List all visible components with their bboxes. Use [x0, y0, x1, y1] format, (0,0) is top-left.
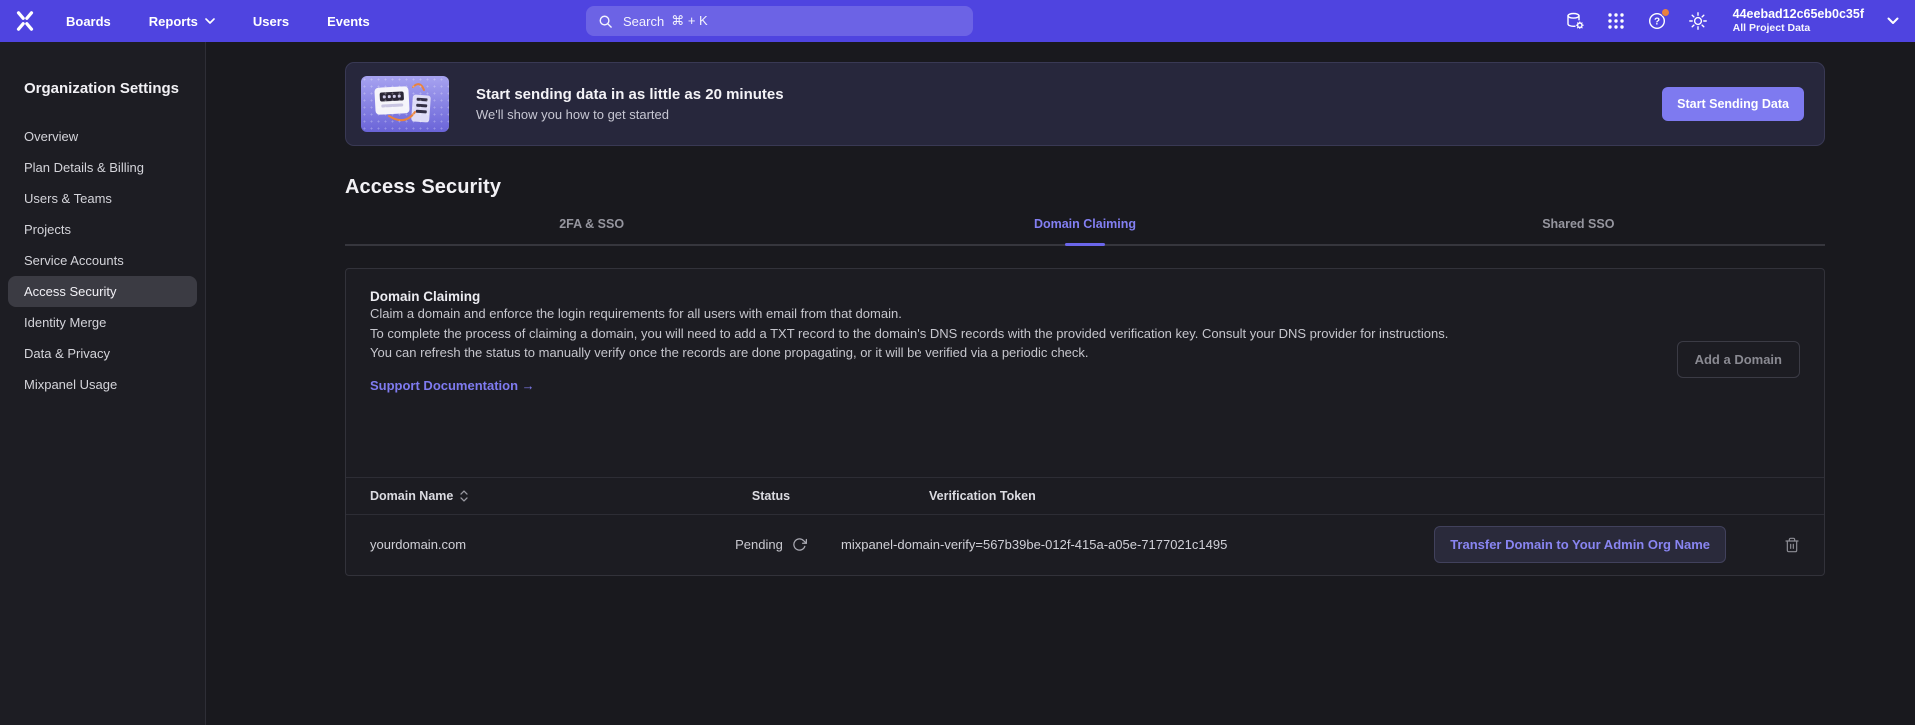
- card-description-1: Claim a domain and enforce the login req…: [370, 304, 1505, 324]
- delete-domain-button[interactable]: [1784, 537, 1800, 553]
- table-header-row: Domain Name Status Verification Token: [346, 477, 1824, 515]
- transfer-domain-button[interactable]: Transfer Domain to Your Admin Org Name: [1434, 526, 1726, 563]
- sort-icon[interactable]: [460, 490, 468, 502]
- project-selector[interactable]: 44eebad12c65eb0c35f All Project Data: [1733, 7, 1864, 35]
- sidebar-item-plan-details-billing[interactable]: Plan Details & Billing: [8, 152, 197, 183]
- mixpanel-logo-icon[interactable]: [13, 9, 37, 33]
- help-icon-wrap: ?: [1647, 11, 1667, 31]
- chevron-down-icon[interactable]: [1887, 17, 1899, 25]
- banner-title: Start sending data in as little as 20 mi…: [476, 86, 784, 103]
- sidebar-item-data-privacy[interactable]: Data & Privacy: [8, 338, 197, 369]
- header-status: Status: [701, 489, 841, 503]
- sidebar-item-projects[interactable]: Projects: [8, 214, 197, 245]
- nav-right: ? 44eebad12c65eb0c35f All Project Data: [1565, 0, 1899, 42]
- domain-name-cell: yourdomain.com: [370, 537, 701, 552]
- sidebar-item-access-security[interactable]: Access Security: [8, 276, 197, 307]
- data-management-icon[interactable]: [1565, 11, 1585, 31]
- nav-link-boards[interactable]: Boards: [66, 14, 111, 29]
- sidebar-item-overview[interactable]: Overview: [8, 121, 197, 152]
- active-tab-underline: [1065, 243, 1105, 246]
- apps-grid-icon[interactable]: [1606, 11, 1626, 31]
- domain-claiming-card: Domain Claiming Add a Domain Claim a dom…: [345, 268, 1825, 576]
- tab-2fa-sso[interactable]: 2FA & SSO: [345, 217, 838, 244]
- sidebar-item-identity-merge[interactable]: Identity Merge: [8, 307, 197, 338]
- domains-table: Domain Name Status Verification Token yo…: [346, 477, 1824, 575]
- status-cell: Pending: [701, 537, 841, 552]
- banner-illustration: [361, 76, 449, 132]
- sidebar-title: Organization Settings: [24, 80, 205, 97]
- card-title: Domain Claiming: [370, 289, 1800, 304]
- tab-bar: 2FA & SSO Domain Claiming Shared SSO: [345, 217, 1825, 246]
- search-shortcut: ⌘ + K: [671, 13, 708, 29]
- banner-subtitle: We'll show you how to get started: [476, 107, 784, 122]
- header-verification-token: Verification Token: [841, 489, 1420, 503]
- org-id: 44eebad12c65eb0c35f: [1733, 7, 1864, 22]
- onboarding-banner: Start sending data in as little as 20 mi…: [345, 62, 1825, 146]
- page-title: Access Security: [345, 176, 1825, 199]
- sidebar-item-service-accounts[interactable]: Service Accounts: [8, 245, 197, 276]
- card-description-2: To complete the process of claiming a do…: [370, 324, 1505, 344]
- card-description-3: You can refresh the status to manually v…: [370, 343, 1505, 363]
- trash-icon: [1784, 537, 1800, 553]
- nav-link-events[interactable]: Events: [327, 14, 370, 29]
- sidebar-item-mixpanel-usage[interactable]: Mixpanel Usage: [8, 369, 197, 400]
- refresh-status-icon[interactable]: [792, 537, 807, 552]
- search-label: Search: [623, 14, 664, 29]
- settings-gear-icon[interactable]: [1688, 11, 1708, 31]
- status-badge: Pending: [735, 537, 783, 552]
- add-domain-button[interactable]: Add a Domain: [1677, 341, 1800, 378]
- nav-links: Boards Reports Users Events: [66, 14, 370, 29]
- verification-token-cell: mixpanel-domain-verify=567b39be-012f-415…: [841, 537, 1420, 552]
- chevron-down-icon: [205, 18, 215, 24]
- top-nav: Boards Reports Users Events Search ⌘ + K: [0, 0, 1915, 42]
- support-documentation-link[interactable]: Support Documentation →: [370, 378, 535, 393]
- search-icon: [598, 14, 613, 29]
- tab-domain-claiming[interactable]: Domain Claiming: [838, 217, 1331, 244]
- notification-dot: [1661, 8, 1670, 17]
- sidebar: Organization Settings Overview Plan Deta…: [0, 42, 206, 725]
- svg-text:?: ?: [1654, 17, 1660, 28]
- search-input[interactable]: Search ⌘ + K: [586, 6, 973, 36]
- row-actions: Transfer Domain to Your Admin Org Name: [1434, 526, 1800, 563]
- tab-shared-sso[interactable]: Shared SSO: [1332, 217, 1825, 244]
- table-row: yourdomain.com Pending mixpanel-domain-v…: [346, 515, 1824, 575]
- project-scope: All Project Data: [1733, 22, 1864, 35]
- nav-link-reports[interactable]: Reports: [149, 14, 215, 29]
- start-sending-data-button[interactable]: Start Sending Data: [1662, 87, 1804, 121]
- nav-link-users[interactable]: Users: [253, 14, 289, 29]
- main-area: Start sending data in as little as 20 mi…: [207, 0, 1915, 576]
- sidebar-list: Overview Plan Details & Billing Users & …: [0, 121, 205, 400]
- sidebar-item-users-teams[interactable]: Users & Teams: [8, 183, 197, 214]
- header-domain-name: Domain Name: [370, 489, 453, 503]
